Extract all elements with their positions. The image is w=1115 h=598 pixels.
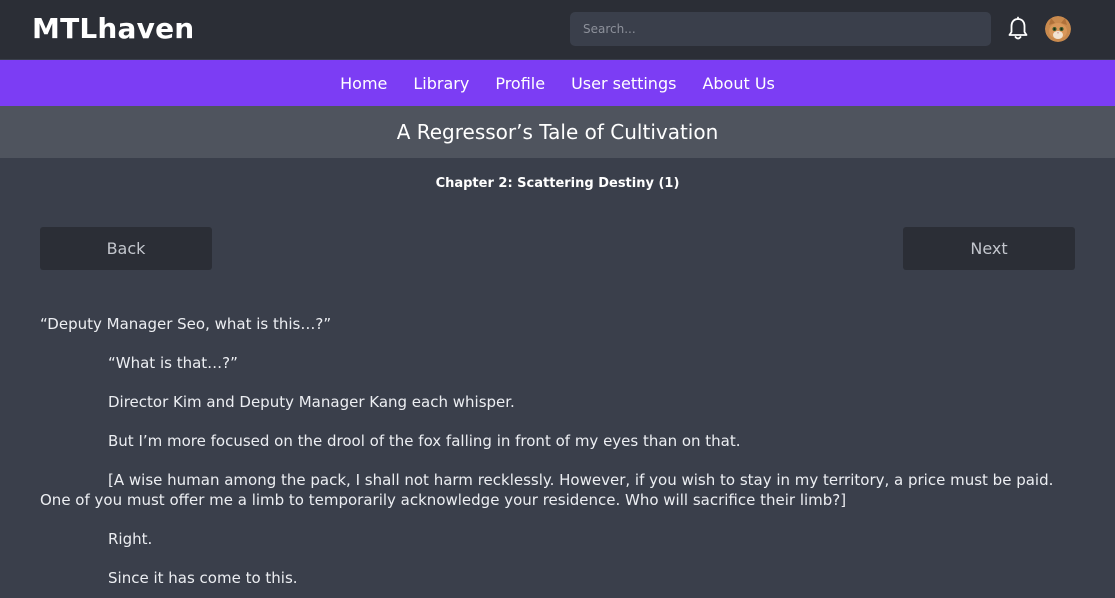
main-nav: Home Library Profile User settings About… <box>0 60 1115 106</box>
nav-home[interactable]: Home <box>340 74 387 93</box>
nav-profile[interactable]: Profile <box>495 74 545 93</box>
chapter-paragraph: Since it has come to this. <box>108 569 298 587</box>
site-logo[interactable]: MTLhaven <box>32 12 194 45</box>
chapter-paragraph: [A wise human among the pack, I shall no… <box>40 471 1054 509</box>
chapter-content: “Deputy Manager Seo, what is this…?” “Wh… <box>40 314 1075 598</box>
bell-icon[interactable] <box>1006 16 1030 42</box>
chapter-title: Chapter 2: Scattering Destiny (1) <box>435 176 680 191</box>
top-header: MTLhaven <box>0 0 1115 59</box>
next-button[interactable]: Next <box>903 227 1075 270</box>
nav-about-us[interactable]: About Us <box>702 74 774 93</box>
chapter-paragraph: But I’m more focused on the drool of the… <box>108 432 741 450</box>
novel-title-bar: A Regressor’s Tale of Cultivation <box>0 106 1115 158</box>
novel-title: A Regressor’s Tale of Cultivation <box>396 120 719 144</box>
back-button[interactable]: Back <box>40 227 212 270</box>
chapter-paragraph: Director Kim and Deputy Manager Kang eac… <box>108 393 515 411</box>
nav-user-settings[interactable]: User settings <box>571 74 676 93</box>
search-input[interactable] <box>570 12 991 46</box>
cat-avatar-icon[interactable] <box>1045 16 1071 42</box>
nav-library[interactable]: Library <box>413 74 469 93</box>
chapter-paragraph: Right. <box>108 530 153 548</box>
chapter-paragraph: “What is that…?” <box>108 354 238 372</box>
chapter-paragraph: “Deputy Manager Seo, what is this…?” <box>40 315 332 333</box>
